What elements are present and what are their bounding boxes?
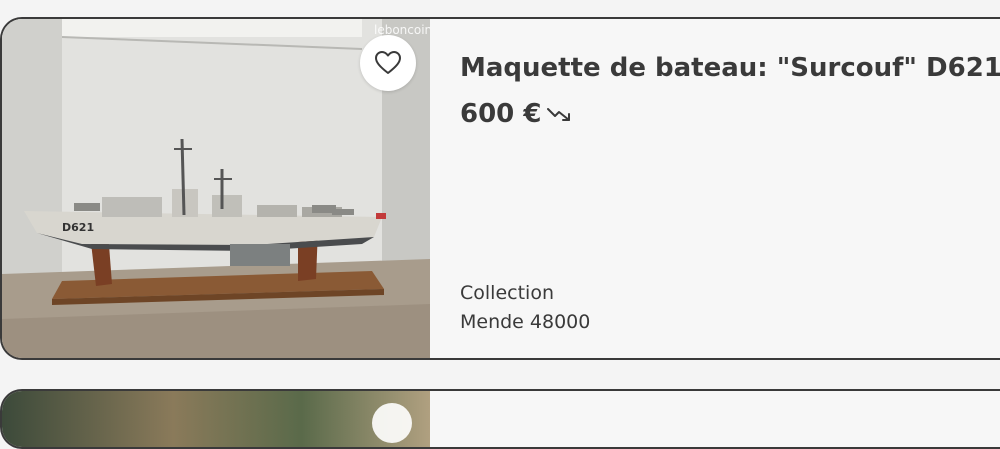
trend-down-icon	[547, 108, 571, 121]
listing-location: Mende 48000	[460, 311, 591, 333]
hull-number: D621	[62, 221, 94, 234]
listing-info: Maquette de bateau: "Surcouf" D621 600 €…	[460, 19, 1000, 358]
listing-card[interactable]: D621 leboncoin Maquette de bateau: "Surc…	[0, 17, 1000, 360]
heart-outline-icon	[375, 51, 401, 74]
favorite-button[interactable]	[360, 35, 416, 91]
listing-title[interactable]: Maquette de bateau: "Surcouf" D621	[460, 53, 1000, 83]
listing-photo-next[interactable]	[2, 391, 430, 447]
listing-price: 600 €	[460, 99, 542, 129]
listing-meta: Collection Mende 48000	[460, 279, 590, 337]
listing-card-next[interactable]	[0, 389, 1000, 449]
price-row: 600 €	[460, 99, 573, 129]
favorite-button-next[interactable]	[372, 403, 412, 443]
listing-photo[interactable]: D621 leboncoin	[2, 19, 430, 358]
listing-category: Collection	[460, 282, 554, 304]
